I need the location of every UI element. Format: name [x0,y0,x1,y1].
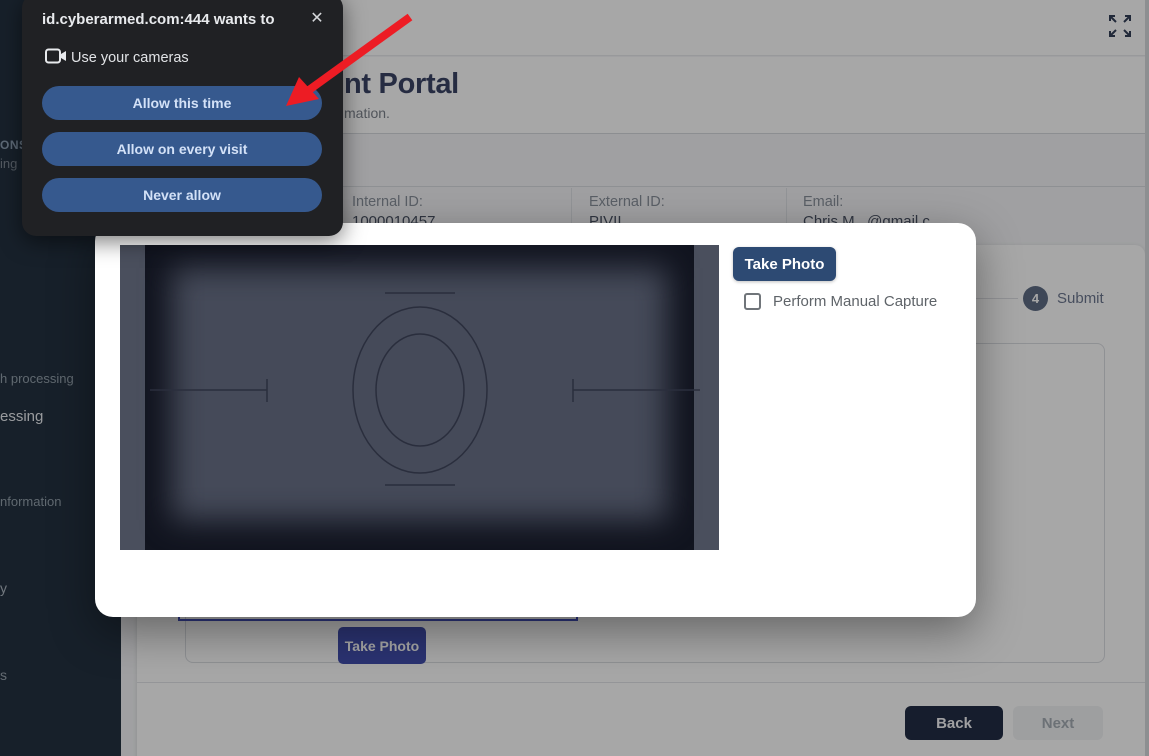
permission-text: Use your cameras [71,50,189,66]
never-allow-button[interactable]: Never allow [42,178,322,212]
camera-capture-modal: Take Photo Perform Manual Capture [95,223,976,617]
manual-capture-label: Perform Manual Capture [773,293,937,310]
videocam-icon [45,48,67,69]
close-icon[interactable]: ✕ [306,7,328,29]
permission-prompt-title: id.cyberarmed.com:444 wants to [42,11,275,28]
face-alignment-guides [120,245,719,550]
allow-this-time-button[interactable]: Allow this time [42,86,322,120]
camera-viewfinder [120,245,719,550]
allow-every-visit-button[interactable]: Allow on every visit [42,132,322,166]
manual-capture-checkbox[interactable] [744,293,761,310]
take-photo-button[interactable]: Take Photo [733,247,836,281]
screen: ONS ing h processing essing nformation y… [0,0,1149,756]
camera-permission-prompt: id.cyberarmed.com:444 wants to ✕ Use you… [22,0,343,236]
